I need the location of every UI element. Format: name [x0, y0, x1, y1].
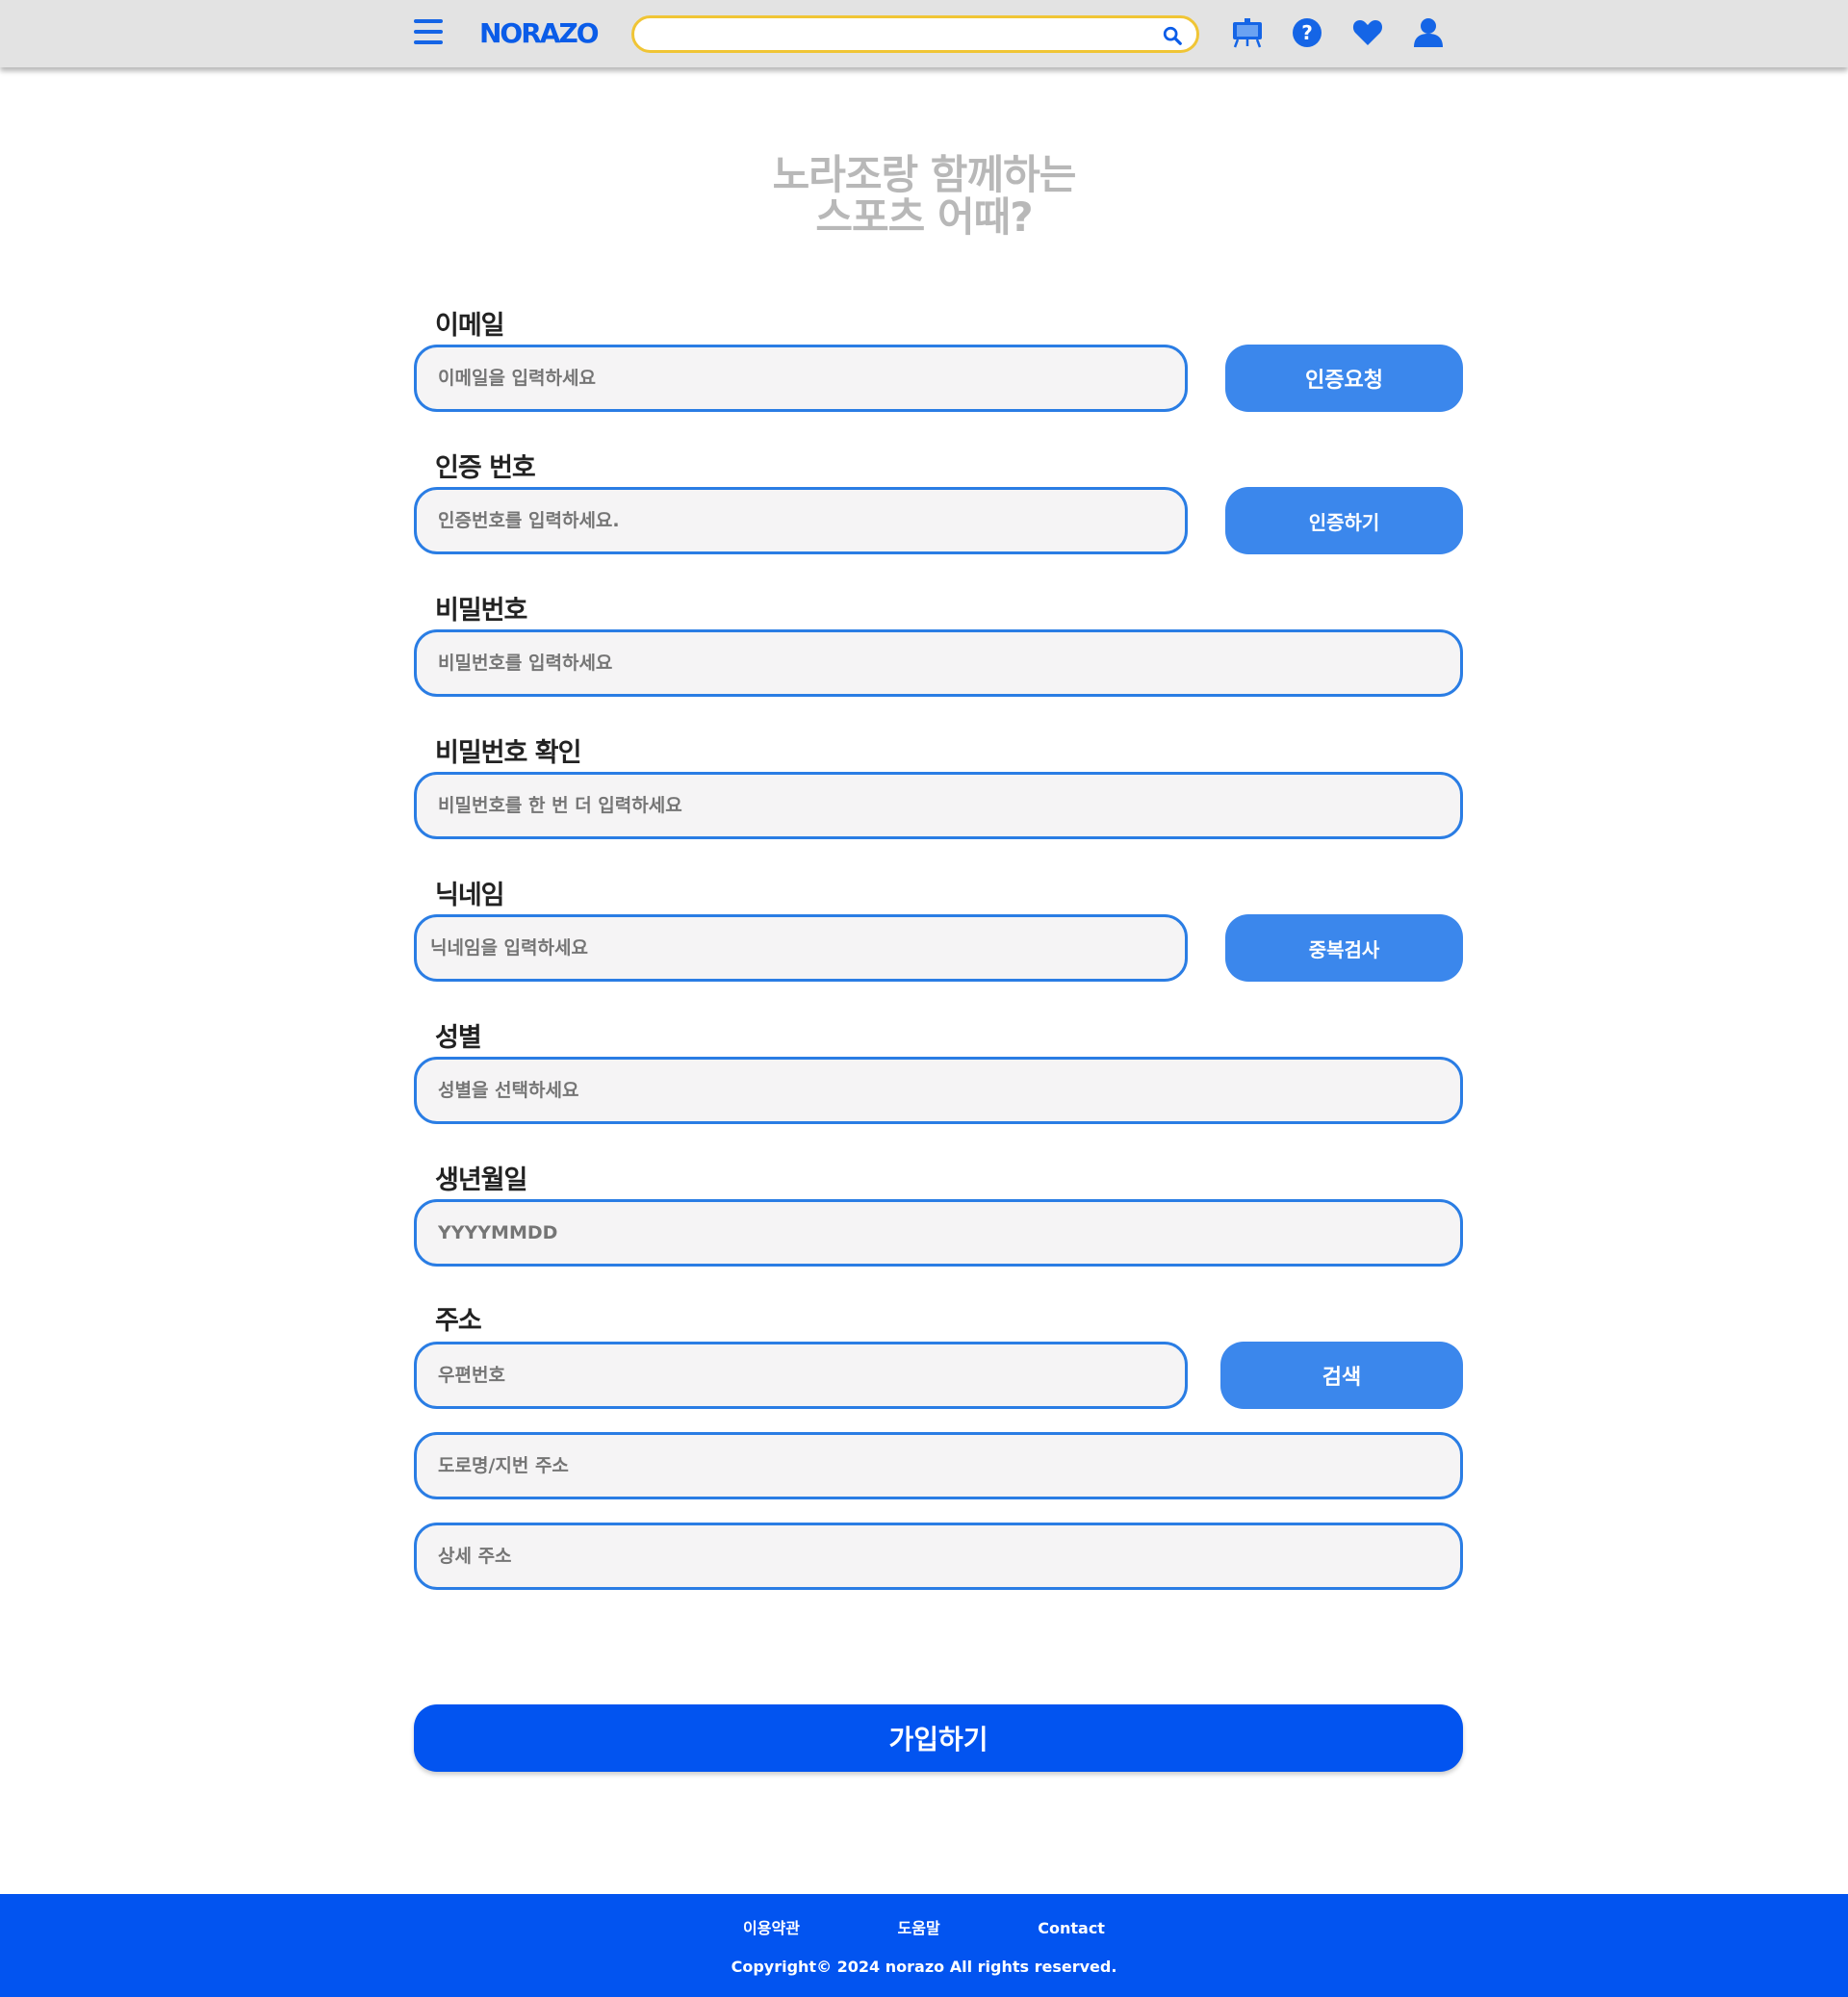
- road-address-input[interactable]: [438, 1435, 1439, 1497]
- logo[interactable]: NORAZO: [479, 14, 600, 53]
- address-search-button[interactable]: 검색: [1220, 1342, 1463, 1409]
- password-confirm-label: 비밀번호 확인: [435, 738, 581, 768]
- detail-address-input[interactable]: [438, 1525, 1439, 1587]
- heart-icon[interactable]: [1350, 15, 1385, 50]
- signup-button[interactable]: 가입하기: [414, 1704, 1463, 1772]
- email-field-box: [414, 345, 1188, 412]
- address-label: 주소: [435, 1306, 482, 1336]
- duplicate-check-button[interactable]: 중복검사: [1225, 914, 1463, 982]
- search-bar: [631, 15, 1199, 53]
- password-confirm-field-box: [414, 772, 1463, 839]
- code-label: 인증 번호: [435, 453, 536, 483]
- board-icon[interactable]: [1230, 15, 1265, 50]
- menu-icon[interactable]: [414, 19, 443, 46]
- request-verification-button[interactable]: 인증요청: [1225, 345, 1463, 412]
- search-input[interactable]: [646, 22, 1146, 47]
- svg-text:?: ?: [1301, 21, 1313, 44]
- gender-field-box: [414, 1057, 1463, 1124]
- email-label: 이메일: [435, 311, 505, 341]
- birthdate-label: 생년월일: [435, 1165, 527, 1195]
- nickname-field-box: [414, 914, 1188, 982]
- password-input[interactable]: [438, 632, 1439, 694]
- birthdate-input[interactable]: [438, 1202, 1439, 1264]
- detail-address-field-box: [414, 1523, 1463, 1590]
- password-label: 비밀번호: [435, 596, 527, 626]
- gender-label: 성별: [435, 1023, 482, 1053]
- password-field-box: [414, 629, 1463, 697]
- password-confirm-input[interactable]: [438, 775, 1439, 836]
- copyright-text: Copyright© 2024 norazo All rights reserv…: [731, 1958, 1117, 1976]
- code-input[interactable]: [438, 490, 1164, 551]
- zipcode-input[interactable]: [438, 1344, 1164, 1406]
- verify-button[interactable]: 인증하기: [1225, 487, 1463, 554]
- nickname-label: 닉네임: [435, 881, 505, 910]
- nickname-input[interactable]: [430, 917, 1156, 979]
- search-icon[interactable]: [1162, 25, 1183, 46]
- help-icon[interactable]: ?: [1290, 15, 1324, 50]
- email-input[interactable]: [438, 347, 1164, 409]
- birthdate-field-box: [414, 1199, 1463, 1267]
- road-address-field-box: [414, 1432, 1463, 1499]
- footer-link-contact[interactable]: Contact: [1038, 1919, 1105, 1937]
- gender-input[interactable]: [438, 1060, 1439, 1121]
- heading-line-1: 노라조랑 함께하는: [772, 151, 1077, 198]
- zipcode-field-box: [414, 1342, 1188, 1409]
- footer-link-help[interactable]: 도움말: [898, 1919, 940, 1937]
- code-field-box: [414, 487, 1188, 554]
- heading-line-2: 스포츠 어때?: [815, 193, 1033, 241]
- top-navbar: NORAZO ?: [0, 0, 1848, 67]
- footer-links: 이용약관 도움말 Contact: [0, 1915, 1848, 1938]
- footer: 이용약관 도움말 Contact Copyright© 2024 norazo …: [0, 1894, 1848, 1997]
- footer-link-terms[interactable]: 이용약관: [743, 1919, 800, 1937]
- page-heading: 노라조랑 함께하는 스포츠 어때?: [0, 154, 1848, 239]
- user-icon[interactable]: [1411, 15, 1446, 50]
